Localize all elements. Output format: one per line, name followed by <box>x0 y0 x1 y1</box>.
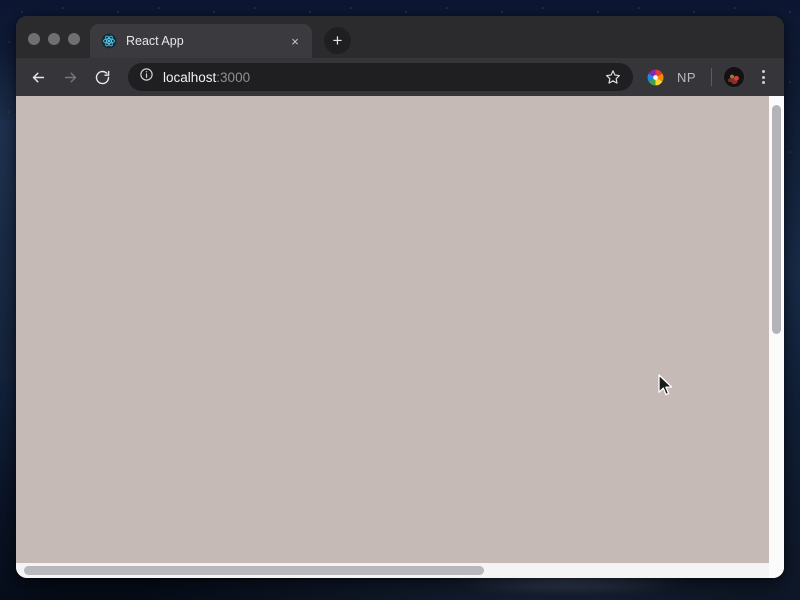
tab-strip: React App × + <box>16 16 784 58</box>
profile-initials-label[interactable]: NP <box>673 70 700 85</box>
url-host: localhost <box>163 69 217 85</box>
minimize-window-button[interactable] <box>48 33 60 45</box>
browser-toolbar: localhost:3000 NP <box>16 58 784 96</box>
kebab-menu-icon[interactable] <box>752 66 774 88</box>
new-tab-button[interactable]: + <box>324 27 351 54</box>
kebab-dot <box>761 81 765 84</box>
address-bar[interactable]: localhost:3000 <box>128 63 633 91</box>
kebab-dot <box>761 75 765 79</box>
horizontal-scrollbar[interactable] <box>16 563 784 578</box>
react-logo-icon <box>101 33 117 49</box>
browser-window: React App × + localhost:3000 NP <box>16 16 784 578</box>
star-icon[interactable] <box>603 67 623 87</box>
vertical-scrollbar[interactable] <box>769 96 784 563</box>
tab-react-app[interactable]: React App × <box>90 24 312 58</box>
maximize-window-button[interactable] <box>68 33 80 45</box>
page-viewport <box>16 96 784 578</box>
vertical-scrollbar-thumb[interactable] <box>772 105 781 335</box>
forward-arrow-icon[interactable] <box>56 63 84 91</box>
close-tab-button[interactable]: × <box>286 32 304 50</box>
info-circle-icon[interactable] <box>139 67 154 87</box>
scrollbar-corner <box>769 563 784 578</box>
window-controls <box>16 33 80 58</box>
color-wheel-extension-icon[interactable] <box>643 64 669 90</box>
toolbar-divider <box>711 68 712 86</box>
kebab-dot <box>761 70 765 73</box>
close-window-button[interactable] <box>28 33 40 45</box>
horizontal-scrollbar-thumb[interactable] <box>23 566 485 575</box>
back-arrow-icon[interactable] <box>24 63 52 91</box>
tab-title: React App <box>126 34 184 48</box>
user-avatar[interactable] <box>723 66 745 88</box>
url-port: :3000 <box>216 69 251 85</box>
reload-icon[interactable] <box>88 63 116 91</box>
desktop-background: React App × + localhost:3000 NP <box>0 0 800 600</box>
web-page-content[interactable] <box>16 96 769 563</box>
url-text: localhost:3000 <box>163 70 250 85</box>
